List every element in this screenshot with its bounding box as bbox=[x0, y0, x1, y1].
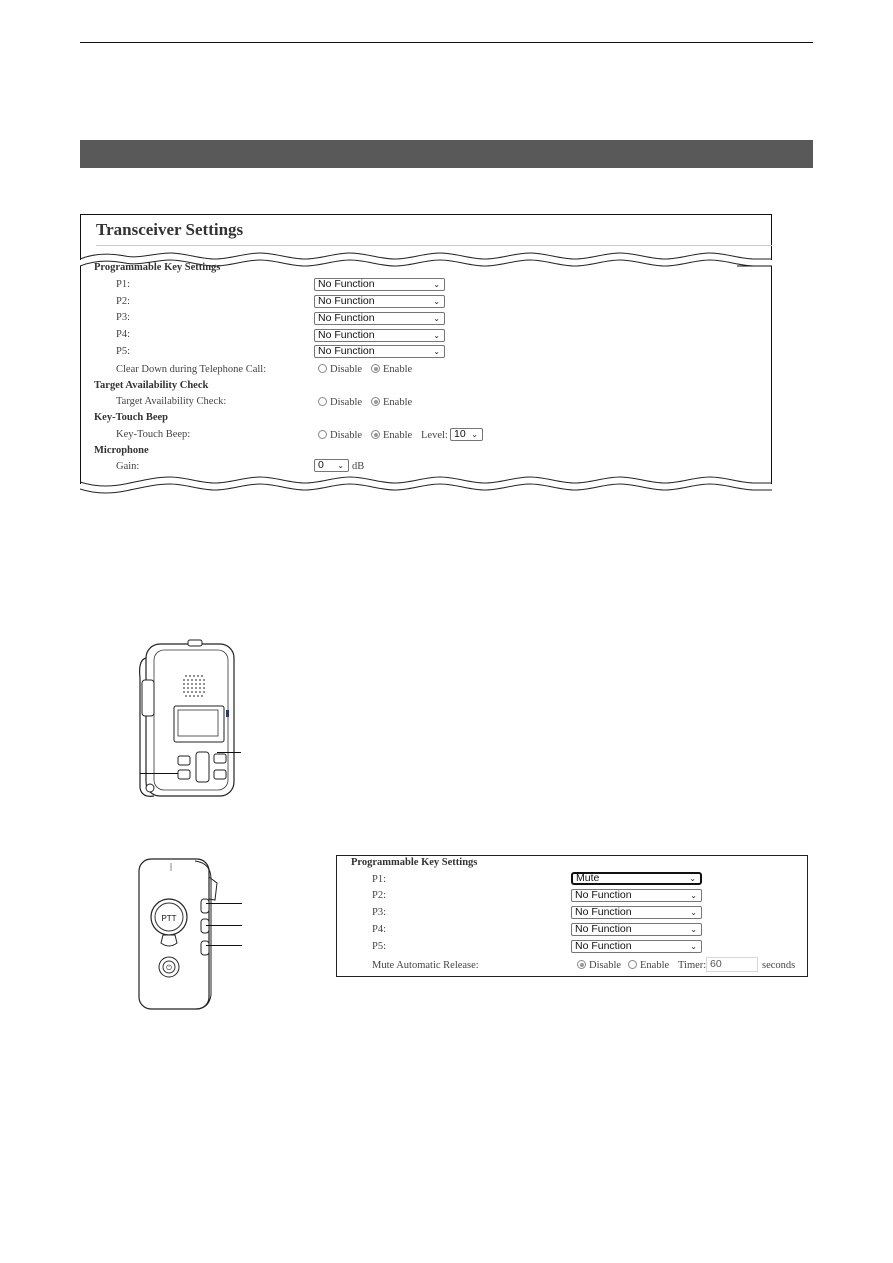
p1-label: P1: bbox=[116, 279, 131, 290]
panel2-p1-select-value: Mute bbox=[576, 872, 600, 884]
chevron-down-icon: ⌄ bbox=[690, 891, 697, 900]
title-divider bbox=[96, 245, 772, 246]
panel2-p3-select-value: No Function bbox=[575, 906, 632, 918]
p2-label: P2: bbox=[116, 296, 131, 307]
target-check-disable-radio[interactable] bbox=[318, 397, 327, 406]
panel2-p4-label: P4: bbox=[372, 924, 387, 935]
chevron-down-icon: ⌄ bbox=[690, 942, 697, 951]
p4-label: P4: bbox=[116, 329, 131, 340]
target-check-disable-label: Disable bbox=[330, 397, 363, 408]
break-wave-bottom bbox=[80, 476, 772, 494]
p5-label: P5: bbox=[116, 346, 131, 357]
timer-unit: seconds bbox=[762, 960, 796, 971]
panel2-p5-select[interactable]: No Function ⌄ bbox=[571, 940, 702, 953]
key-beep-disable-label: Disable bbox=[330, 430, 363, 441]
power-icon: ⏻ bbox=[166, 964, 172, 972]
gain-unit: dB bbox=[352, 461, 365, 472]
key-beep-disable-radio[interactable] bbox=[318, 430, 327, 439]
target-check-label: Target Availability Check: bbox=[116, 396, 227, 407]
timer-label: Timer: bbox=[678, 960, 707, 971]
mute-release-enable-label: Enable bbox=[640, 960, 670, 971]
p2-select[interactable]: No Function ⌄ bbox=[314, 295, 445, 308]
p5-select-value: No Function bbox=[318, 345, 375, 357]
panel2-p1-select[interactable]: Mute ⌄ bbox=[571, 872, 702, 885]
p4-select[interactable]: No Function ⌄ bbox=[314, 329, 445, 342]
p1-select[interactable]: No Function ⌄ bbox=[314, 278, 445, 291]
page-title: Transceiver Settings bbox=[96, 220, 244, 239]
group-target-availability: Target Availability Check bbox=[94, 380, 209, 391]
chevron-down-icon: ⌄ bbox=[337, 461, 344, 470]
panel2-p4-select-value: No Function bbox=[575, 923, 632, 935]
p4-select-value: No Function bbox=[318, 329, 375, 341]
clear-down-disable-radio[interactable] bbox=[318, 364, 327, 373]
group-microphone: Microphone bbox=[94, 445, 149, 456]
section-title-bar bbox=[80, 140, 813, 168]
key-beep-level-select[interactable]: 10 ⌄ bbox=[450, 428, 483, 441]
target-check-enable-radio[interactable] bbox=[371, 397, 380, 406]
chevron-down-icon: ⌄ bbox=[690, 925, 697, 934]
p5-select[interactable]: No Function ⌄ bbox=[314, 345, 445, 358]
panel2-p2-label: P2: bbox=[372, 890, 387, 901]
panel2-p4-select[interactable]: No Function ⌄ bbox=[571, 923, 702, 936]
group-programmable-keys: Programmable Key Settings bbox=[94, 262, 221, 273]
chevron-down-icon: ⌄ bbox=[433, 347, 440, 356]
mute-release-enable-radio[interactable] bbox=[628, 960, 637, 969]
chevron-down-icon: ⌄ bbox=[690, 908, 697, 917]
key-beep-level-label: Level: bbox=[421, 430, 448, 441]
gain-select-value: 0 bbox=[318, 459, 324, 471]
callout-line-p3 bbox=[206, 945, 242, 946]
panel2-p5-label: P5: bbox=[372, 941, 387, 952]
chevron-down-icon: ⌄ bbox=[433, 297, 440, 306]
mute-release-disable-radio[interactable] bbox=[577, 960, 586, 969]
target-check-enable-label: Enable bbox=[383, 397, 413, 408]
timer-input[interactable]: 60 bbox=[706, 957, 758, 972]
callout-line-p2 bbox=[206, 925, 242, 926]
chevron-down-icon: ⌄ bbox=[433, 314, 440, 323]
panel2-p3-label: P3: bbox=[372, 907, 387, 918]
p2-select-value: No Function bbox=[318, 295, 375, 307]
clear-down-disable-label: Disable bbox=[330, 364, 363, 375]
p3-label: P3: bbox=[116, 312, 131, 323]
gain-select[interactable]: 0 ⌄ bbox=[314, 459, 349, 472]
chevron-down-icon: ⌄ bbox=[689, 874, 696, 883]
group-key-touch-beep: Key-Touch Beep bbox=[94, 412, 168, 423]
callout-line-p1 bbox=[206, 903, 242, 904]
header-rule bbox=[80, 42, 813, 43]
mute-release-disable-label: Disable bbox=[589, 960, 622, 971]
chevron-down-icon: ⌄ bbox=[433, 280, 440, 289]
panel2-p5-select-value: No Function bbox=[575, 940, 632, 952]
p3-select-value: No Function bbox=[318, 312, 375, 324]
clear-down-enable-label: Enable bbox=[383, 364, 413, 375]
callout-line-right bbox=[217, 752, 241, 753]
panel2-p3-select[interactable]: No Function ⌄ bbox=[571, 906, 702, 919]
callout-line-left bbox=[140, 773, 178, 774]
key-beep-enable-label: Enable bbox=[383, 430, 413, 441]
transceiver-front-illustration bbox=[139, 639, 235, 797]
gain-label: Gain: bbox=[116, 461, 140, 472]
key-beep-level-value: 10 bbox=[454, 428, 466, 440]
clear-down-label: Clear Down during Telephone Call: bbox=[116, 364, 267, 375]
clear-down-enable-radio[interactable] bbox=[371, 364, 380, 373]
chevron-down-icon: ⌄ bbox=[471, 430, 478, 439]
panel2-p2-select-value: No Function bbox=[575, 889, 632, 901]
p3-select[interactable]: No Function ⌄ bbox=[314, 312, 445, 325]
chevron-down-icon: ⌄ bbox=[433, 331, 440, 340]
ptt-label: PTT bbox=[161, 914, 176, 923]
p1-select-value: No Function bbox=[318, 278, 375, 290]
panel2-p2-select[interactable]: No Function ⌄ bbox=[571, 889, 702, 902]
key-beep-label: Key-Touch Beep: bbox=[116, 429, 191, 440]
key-beep-enable-radio[interactable] bbox=[371, 430, 380, 439]
mute-release-label: Mute Automatic Release: bbox=[372, 960, 479, 971]
transceiver-side-illustration: PTT ⏻ bbox=[138, 858, 218, 1010]
panel2-p1-label: P1: bbox=[372, 874, 387, 885]
panel2-title: Programmable Key Settings bbox=[351, 857, 478, 868]
